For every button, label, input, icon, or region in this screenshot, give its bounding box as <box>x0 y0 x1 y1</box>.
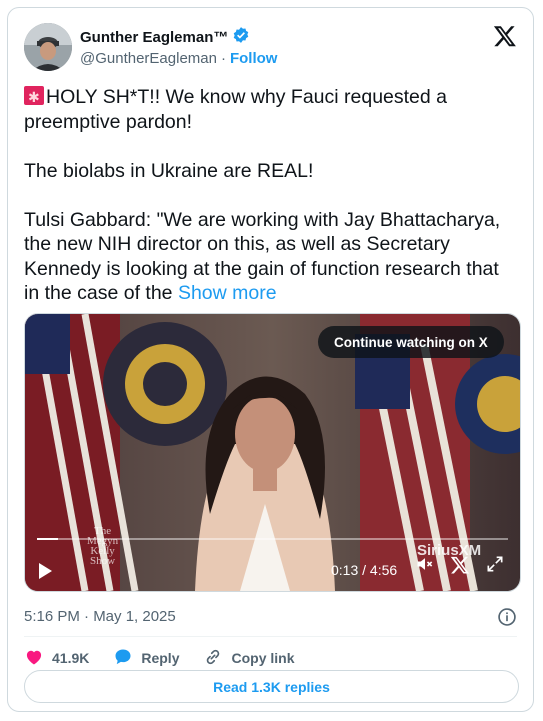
video-player[interactable]: The Megyn Kelly Show Continue watching o… <box>24 313 521 592</box>
info-icon[interactable] <box>497 607 517 627</box>
copy-link-label: Copy link <box>231 650 295 666</box>
avatar[interactable] <box>24 23 72 71</box>
reply-label: Reply <box>141 650 180 666</box>
tweet-body: HOLY SH*T!! We know why Fauci requested … <box>24 86 501 304</box>
follow-button[interactable]: Follow <box>230 50 278 67</box>
like-button[interactable]: 41.9K <box>24 647 89 670</box>
handle-separator: · <box>220 50 226 67</box>
divider <box>24 636 517 637</box>
show-more-link[interactable]: Show more <box>178 282 277 304</box>
link-icon <box>203 647 223 670</box>
author-name-row[interactable]: Gunther Eagleman™ <box>80 26 250 49</box>
author-handle-row: @GuntherEagleman · Follow <box>80 50 277 67</box>
tweet-text: HOLY SH*T!! We know why Fauci requested … <box>24 85 521 306</box>
x-mark-icon[interactable] <box>450 555 470 580</box>
reply-button[interactable]: Reply <box>113 647 179 670</box>
play-icon[interactable] <box>39 563 52 579</box>
watermark-show: The Megyn Kelly Show <box>87 525 119 567</box>
heart-icon <box>24 647 44 670</box>
action-bar: 41.9K Reply Copy link <box>24 646 319 670</box>
tweet-card: Gunther Eagleman™ @GuntherEagleman · Fol… <box>7 7 534 712</box>
video-progress-fill <box>37 538 58 540</box>
copy-link-button[interactable]: Copy link <box>203 647 295 670</box>
volume-icon[interactable] <box>415 554 435 579</box>
video-time: 0:13 / 4:56 <box>331 562 398 578</box>
verified-icon <box>232 26 250 49</box>
read-replies-button[interactable]: Read 1.3K replies <box>24 670 519 703</box>
tweet-timestamp[interactable]: 5:16 PM · May 1, 2025 <box>24 608 176 625</box>
continue-watching-button[interactable]: Continue watching on X <box>318 326 504 358</box>
video-progress-bar[interactable] <box>37 538 508 540</box>
x-logo-icon[interactable] <box>493 24 517 48</box>
siren-emoji-icon <box>24 85 44 110</box>
reply-bubble-icon <box>113 647 133 670</box>
author-display-name[interactable]: Gunther Eagleman™ <box>80 29 228 46</box>
fullscreen-icon[interactable] <box>485 554 505 579</box>
like-count: 41.9K <box>52 650 90 666</box>
author-handle[interactable]: @GuntherEagleman <box>80 50 217 67</box>
